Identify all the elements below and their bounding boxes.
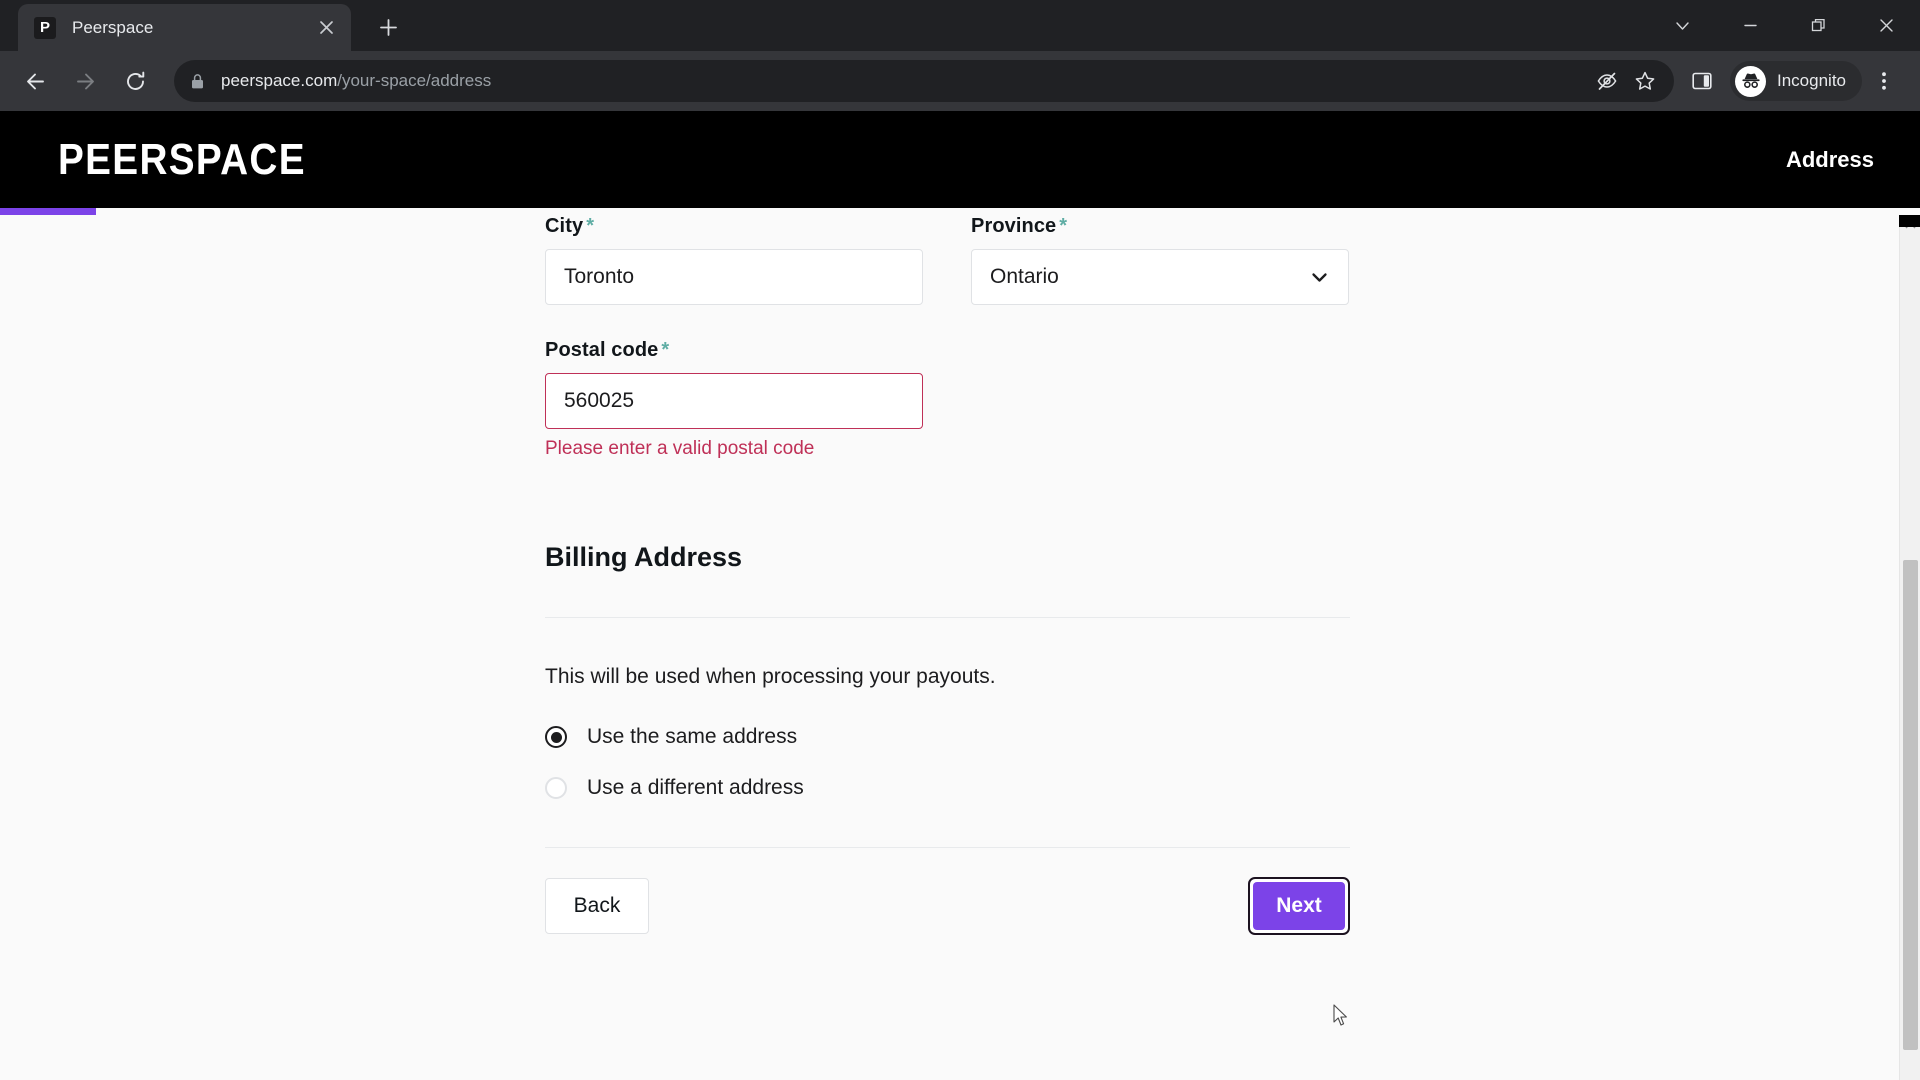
back-button[interactable]: Back xyxy=(545,878,649,934)
postal-label: Postal code * xyxy=(545,339,923,362)
postal-input[interactable]: 560025 xyxy=(545,373,923,429)
city-label-text: City xyxy=(545,215,584,237)
url-text: peerspace.com/your-space/address xyxy=(221,71,491,91)
browser-toolbar: peerspace.com/your-space/address Incogni… xyxy=(0,51,1920,111)
province-select-value: Ontario xyxy=(990,265,1059,288)
city-input-value: Toronto xyxy=(564,265,635,288)
minimize-to-tray-icon[interactable] xyxy=(1648,0,1716,51)
province-label: Province * xyxy=(971,215,1349,238)
profile-label: Incognito xyxy=(1777,71,1846,90)
arrow-right-icon[interactable] xyxy=(64,60,106,102)
city-province-row: City * Toronto Province * Ontario xyxy=(545,215,1350,305)
address-form: City * Toronto Province * Ontario Postal… xyxy=(545,215,1350,935)
billing-description: This will be used when processing your p… xyxy=(545,665,996,688)
url-path: /your-space/address xyxy=(337,71,492,90)
postal-field-group: Postal code * 560025 Please enter a valid… xyxy=(545,339,923,460)
browser-chrome: P Peerspace peerspace.com/your-space/add… xyxy=(0,0,1920,111)
required-asterisk: * xyxy=(1059,215,1068,237)
next-button[interactable]: Next xyxy=(1253,882,1345,930)
city-field-group: City * Toronto xyxy=(545,215,923,305)
radio-icon-selected xyxy=(545,726,567,748)
restore-icon[interactable] xyxy=(1784,0,1852,51)
postal-input-value: 560025 xyxy=(564,389,635,412)
city-input[interactable]: Toronto xyxy=(545,249,923,305)
reload-icon[interactable] xyxy=(114,60,156,102)
province-field-group: Province * Ontario xyxy=(971,215,1349,305)
lock-icon[interactable] xyxy=(190,73,205,90)
radio-option-same-address[interactable]: Use the same address xyxy=(545,725,1350,749)
eye-slash-icon[interactable] xyxy=(1588,62,1626,100)
star-icon[interactable] xyxy=(1626,62,1664,100)
close-icon[interactable] xyxy=(1852,0,1920,51)
next-button-focus-ring: Next xyxy=(1248,877,1350,935)
required-asterisk: * xyxy=(661,339,670,361)
site-header: PEERSPACE Address xyxy=(0,111,1920,208)
minimize-icon[interactable] xyxy=(1716,0,1784,51)
arrow-left-icon[interactable] xyxy=(14,60,56,102)
radio-label-same-address: Use the same address xyxy=(587,725,798,748)
three-dots-menu-icon[interactable] xyxy=(1862,59,1906,103)
postal-label-text: Postal code xyxy=(545,339,659,361)
window-controls xyxy=(1648,0,1920,51)
omnibox-actions xyxy=(1588,60,1664,102)
province-label-text: Province xyxy=(971,215,1057,237)
postal-row: Postal code * 560025 Please enter a valid… xyxy=(545,339,1350,460)
url-domain: peerspace.com xyxy=(221,71,338,90)
incognito-icon xyxy=(1735,65,1766,97)
page-scrollbar[interactable] xyxy=(1899,215,1920,1080)
tab-title: Peerspace xyxy=(72,17,154,37)
chevron-down-icon xyxy=(1309,267,1330,288)
main-content: City * Toronto Province * Ontario Postal… xyxy=(0,215,1899,1080)
radio-label-different-address: Use a different address xyxy=(587,776,804,799)
city-label: City * xyxy=(545,215,923,238)
radio-option-different-address[interactable]: Use a different address xyxy=(545,776,1350,800)
side-panel-icon[interactable] xyxy=(1680,59,1724,103)
postal-error-message: Please enter a valid postal code xyxy=(545,438,815,459)
favicon-letter: P xyxy=(39,19,50,36)
required-asterisk: * xyxy=(586,215,595,237)
peerspace-favicon: P xyxy=(34,16,56,39)
footer-divider xyxy=(545,847,1350,848)
new-tab-button[interactable] xyxy=(369,8,407,46)
profile-chip-incognito[interactable]: Incognito xyxy=(1730,61,1862,101)
progress-bar-fill xyxy=(0,208,96,215)
peerspace-logo[interactable]: PEERSPACE xyxy=(58,135,306,185)
progress-bar-track xyxy=(0,208,1899,215)
form-actions: Back Next xyxy=(545,877,1350,935)
page-viewport: PEERSPACE Address City * Toronto Province… xyxy=(0,111,1920,1080)
tab-strip: P Peerspace xyxy=(0,0,1920,51)
radio-icon-unselected xyxy=(545,777,567,799)
browser-tab[interactable]: P Peerspace xyxy=(18,4,351,51)
section-divider xyxy=(545,617,1350,618)
address-bar[interactable]: peerspace.com/your-space/address xyxy=(174,60,1674,102)
scrollbar-header-overlap xyxy=(1899,215,1920,227)
page-title: Address xyxy=(1785,146,1874,172)
close-icon[interactable] xyxy=(313,15,339,41)
billing-address-heading: Billing Address xyxy=(545,542,743,572)
scrollbar-thumb[interactable] xyxy=(1903,560,1918,1050)
province-select[interactable]: Ontario xyxy=(971,249,1349,305)
